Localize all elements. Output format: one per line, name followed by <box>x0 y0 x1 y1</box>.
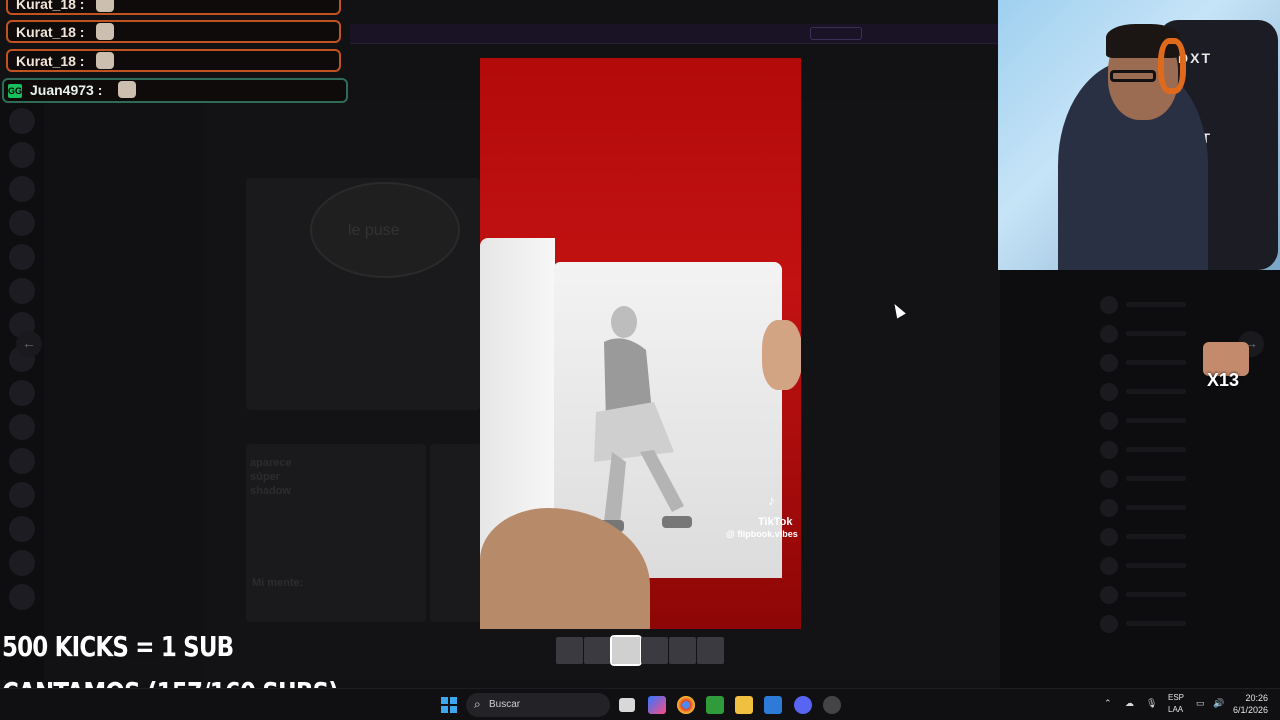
search-icon: ⌕ <box>474 697 481 711</box>
network-icon[interactable]: ▭ <box>1196 698 1205 709</box>
taskbar-search[interactable]: ⌕ Buscar <box>466 693 610 717</box>
chat-message: Kurat_18 : <box>6 20 341 43</box>
thumbnail[interactable] <box>668 637 696 664</box>
chat-username: Kurat_18 : <box>16 24 85 40</box>
store-icon[interactable] <box>764 696 782 714</box>
minecraft-icon[interactable] <box>706 696 724 714</box>
background-banner-button <box>810 27 862 40</box>
screen: le puse aparece súper shadow Mi mente: ←… <box>0 0 1280 720</box>
lang-layout: LAA <box>1168 705 1184 714</box>
taskbar: ⌕ Buscar ⌃ ☁ 🎙 ESP LAA ▭ 🔊 20:26 6/1/202… <box>0 688 1280 720</box>
hand-thumb <box>762 320 801 390</box>
gg-badge-icon: GG <box>8 84 23 98</box>
language-indicator[interactable]: ESP LAA <box>1168 692 1184 716</box>
copilot-icon[interactable] <box>648 696 666 714</box>
background-post-side <box>430 444 482 622</box>
emote-counter: X13 <box>1203 342 1249 394</box>
meme-text-2: Mi mente: <box>252 577 304 589</box>
thumbnail-strip <box>556 635 725 666</box>
server-rail <box>0 100 44 680</box>
prev-media-button[interactable]: ← <box>16 331 42 357</box>
thumbnail[interactable] <box>556 637 584 664</box>
chrome-icon[interactable] <box>677 696 695 714</box>
tray-cloud-icon[interactable]: ☁ <box>1125 698 1134 709</box>
microphone-icon[interactable]: 🎙 <box>1146 698 1157 709</box>
tiktok-brand: TikTok <box>758 516 793 528</box>
cat-emote-icon <box>96 52 114 69</box>
windows-start-icon[interactable] <box>440 696 458 714</box>
background-banner <box>350 24 1000 44</box>
chat-username: Kurat_18 : <box>16 0 85 12</box>
chat-message: Kurat_18 : <box>6 0 341 15</box>
file-explorer-icon[interactable] <box>735 696 753 714</box>
glasses-icon <box>1110 70 1156 82</box>
tiktok-icon: ♪ <box>768 492 775 508</box>
discord-icon[interactable] <box>794 696 812 714</box>
chat-message: GG Juan4973 : <box>2 78 348 103</box>
chat-username: Juan4973 : <box>30 82 103 98</box>
speech-bubble: le puse <box>310 182 460 278</box>
thumbnail-selected[interactable] <box>610 635 642 666</box>
thumbnail[interactable] <box>696 637 725 664</box>
lang-code: ESP <box>1168 693 1185 702</box>
speech-bubble-text: le puse <box>348 222 400 239</box>
emote-icon <box>118 81 136 98</box>
clock-date: 6/1/2026 <box>1232 705 1268 715</box>
tray-chevron-icon[interactable]: ⌃ <box>1104 698 1112 709</box>
clock-time: 20:26 <box>1245 693 1268 703</box>
search-placeholder: Buscar <box>489 699 521 710</box>
headset-icon <box>1158 38 1186 94</box>
task-view-icon[interactable] <box>619 698 635 712</box>
channel-list <box>44 100 204 660</box>
cat-emote-icon <box>96 23 114 40</box>
tiktok-handle: @ flipbook.vibes <box>726 529 798 539</box>
emote-count: X13 <box>1207 370 1240 390</box>
thumbnail[interactable] <box>640 637 668 664</box>
volume-icon[interactable]: 🔊 <box>1213 698 1224 709</box>
meme-text-1: aparece súper shadow <box>250 457 292 497</box>
chat-message: Kurat_18 : <box>6 49 341 72</box>
cat-emote-icon <box>96 0 114 12</box>
clock[interactable]: 20:26 6/1/2026 <box>1230 692 1268 716</box>
chat-username: Kurat_18 : <box>16 53 85 69</box>
media-viewer[interactable]: ♪ TikTok @ flipbook.vibes <box>480 58 801 629</box>
app-icon[interactable] <box>823 696 841 714</box>
webcam-feed: DXT DXT <box>998 0 1280 270</box>
kicks-goal-text: 500 KICKS = 1 SUB <box>2 630 234 663</box>
thumbnail[interactable] <box>584 637 612 664</box>
